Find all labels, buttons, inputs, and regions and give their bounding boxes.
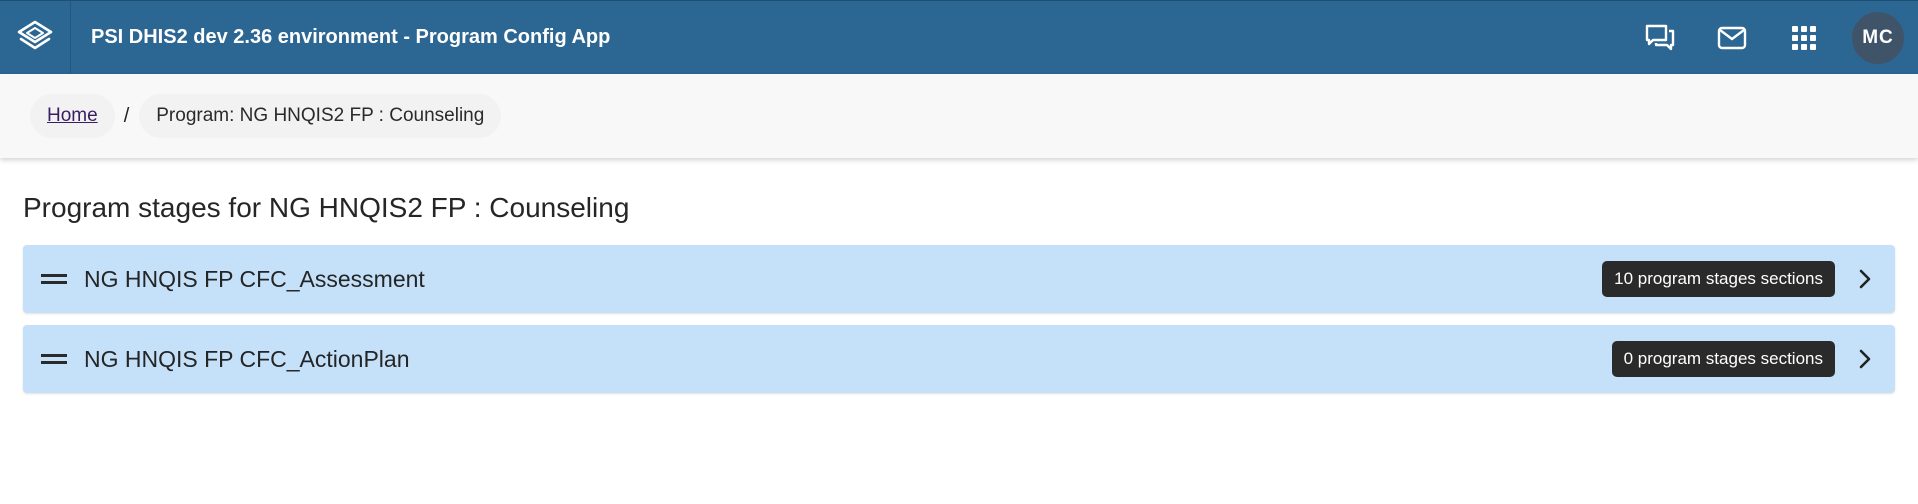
breadcrumb-separator: / [123, 104, 130, 127]
stage-name: NG HNQIS FP CFC_Assessment [84, 265, 425, 292]
breadcrumb-current: Program: NG HNQIS2 FP : Counseling [139, 94, 502, 138]
apps-grid-icon[interactable] [1768, 1, 1840, 75]
breadcrumb: Home / Program: NG HNQIS2 FP : Counselin… [0, 74, 1918, 158]
sections-count-badge: 10 program stages sections [1602, 261, 1835, 297]
program-stage-row[interactable]: NG HNQIS FP CFC_ActionPlan 0 program sta… [23, 325, 1895, 393]
dhis2-logo-icon[interactable] [0, 1, 71, 74]
chevron-right-icon[interactable] [1835, 268, 1895, 290]
interpretations-icon[interactable] [1624, 1, 1696, 75]
drag-handle-icon[interactable] [41, 352, 67, 366]
app-title: PSI DHIS2 dev 2.36 environment - Program… [91, 26, 611, 48]
breadcrumb-home-link[interactable]: Home [30, 94, 115, 138]
chevron-right-icon[interactable] [1835, 348, 1895, 370]
header-actions: MC [1624, 1, 1918, 75]
drag-handle-icon[interactable] [41, 272, 67, 286]
messages-icon[interactable] [1696, 1, 1768, 75]
header-bar: PSI DHIS2 dev 2.36 environment - Program… [0, 0, 1918, 74]
stage-name: NG HNQIS FP CFC_ActionPlan [84, 345, 410, 372]
sections-count-badge: 0 program stages sections [1611, 341, 1835, 377]
user-avatar[interactable]: MC [1852, 11, 1904, 64]
page-title: Program stages for NG HNQIS2 FP : Counse… [23, 192, 630, 223]
program-stage-row[interactable]: NG HNQIS FP CFC_Assessment 10 program st… [23, 245, 1895, 313]
program-stage-list: NG HNQIS FP CFC_Assessment 10 program st… [23, 245, 1895, 405]
